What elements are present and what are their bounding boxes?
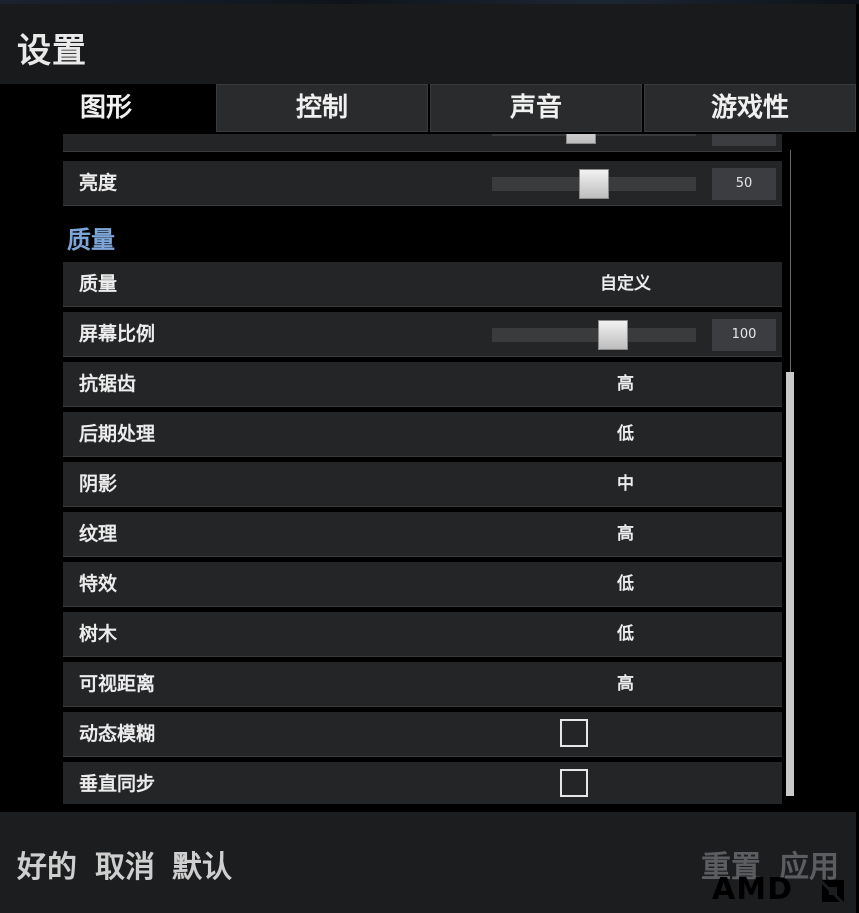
screen-scale-value-box[interactable]: 100 bbox=[712, 319, 776, 351]
setting-label: 垂直同步 bbox=[79, 773, 156, 795]
setting-row-quality[interactable]: 质量 自定义 bbox=[63, 262, 782, 307]
setting-value[interactable]: 高 bbox=[523, 362, 728, 406]
setting-row-brightness: 亮度 50 bbox=[63, 161, 782, 206]
ok-button[interactable]: 好的 bbox=[17, 842, 77, 886]
settings-row-clipped bbox=[63, 134, 782, 152]
setting-label: 阴影 bbox=[79, 473, 118, 495]
section-title-quality: 质量 bbox=[67, 226, 115, 254]
title-bar: 设置 bbox=[0, 4, 856, 85]
brightness-slider[interactable] bbox=[492, 169, 696, 199]
setting-label: 特效 bbox=[79, 573, 118, 595]
setting-value[interactable]: 低 bbox=[523, 412, 728, 456]
setting-value[interactable]: 中 bbox=[523, 462, 728, 506]
scrollbar-thumb[interactable] bbox=[786, 372, 794, 796]
setting-value[interactable]: 高 bbox=[523, 512, 728, 556]
setting-label: 亮度 bbox=[79, 172, 118, 194]
brightness-value-box[interactable]: 50 bbox=[712, 168, 776, 200]
setting-row-screen-scale: 屏幕比例 100 bbox=[63, 312, 782, 357]
setting-value[interactable]: 低 bbox=[523, 562, 728, 606]
clipped-slider-value-box[interactable] bbox=[712, 134, 776, 146]
vsync-checkbox[interactable] bbox=[560, 769, 588, 797]
setting-row-motion-blur: 动态模糊 bbox=[63, 712, 782, 757]
setting-label: 抗锯齿 bbox=[79, 373, 137, 395]
clipped-slider-track[interactable] bbox=[492, 134, 696, 144]
tab-gameplay[interactable]: 游戏性 bbox=[644, 84, 856, 132]
setting-row-post-processing[interactable]: 后期处理 低 bbox=[63, 412, 782, 457]
setting-label: 可视距离 bbox=[79, 673, 156, 695]
brightness-slider-thumb[interactable] bbox=[579, 169, 609, 199]
setting-row-effects[interactable]: 特效 低 bbox=[63, 562, 782, 607]
setting-label: 纹理 bbox=[79, 523, 118, 545]
setting-label: 动态模糊 bbox=[79, 723, 156, 745]
settings-window: 设置 图形 控制 声音 游戏性 亮度 50 质量 质量 自定义 屏幕比例 100… bbox=[0, 0, 859, 913]
setting-label: 树木 bbox=[79, 623, 118, 645]
setting-value[interactable]: 低 bbox=[523, 612, 728, 656]
screen-scale-slider-thumb[interactable] bbox=[598, 320, 628, 350]
setting-row-foliage[interactable]: 树木 低 bbox=[63, 612, 782, 657]
screen-scale-slider[interactable] bbox=[492, 320, 696, 350]
setting-row-vsync: 垂直同步 bbox=[63, 762, 782, 804]
motion-blur-checkbox[interactable] bbox=[560, 719, 588, 747]
clipped-slider-thumb[interactable] bbox=[566, 134, 596, 144]
setting-row-view-distance[interactable]: 可视距离 高 bbox=[63, 662, 782, 707]
amd-arrow-icon bbox=[822, 880, 844, 902]
scrollbar-line bbox=[790, 150, 791, 372]
setting-value[interactable]: 高 bbox=[523, 662, 728, 706]
setting-value[interactable]: 自定义 bbox=[523, 262, 728, 306]
footer-bar: 好的 取消 默认 重置 应用 AMD bbox=[0, 812, 856, 913]
cancel-button[interactable]: 取消 bbox=[95, 842, 155, 886]
setting-label: 后期处理 bbox=[79, 423, 156, 445]
tab-controls[interactable]: 控制 bbox=[216, 84, 428, 132]
setting-label: 质量 bbox=[79, 273, 118, 295]
tab-sound[interactable]: 声音 bbox=[430, 84, 642, 132]
tab-graphics[interactable]: 图形 bbox=[0, 84, 212, 132]
tab-bar: 图形 控制 声音 游戏性 bbox=[0, 84, 856, 134]
window-title: 设置 bbox=[17, 31, 87, 71]
setting-row-shadows[interactable]: 阴影 中 bbox=[63, 462, 782, 507]
setting-label: 屏幕比例 bbox=[79, 323, 156, 345]
setting-row-anti-aliasing[interactable]: 抗锯齿 高 bbox=[63, 362, 782, 407]
default-button[interactable]: 默认 bbox=[172, 842, 232, 886]
setting-row-textures[interactable]: 纹理 高 bbox=[63, 512, 782, 557]
amd-watermark-logo: AMD bbox=[712, 872, 793, 907]
settings-content: 亮度 50 质量 质量 自定义 屏幕比例 100 抗锯齿 高 后期处理 低 阴影… bbox=[0, 134, 800, 804]
